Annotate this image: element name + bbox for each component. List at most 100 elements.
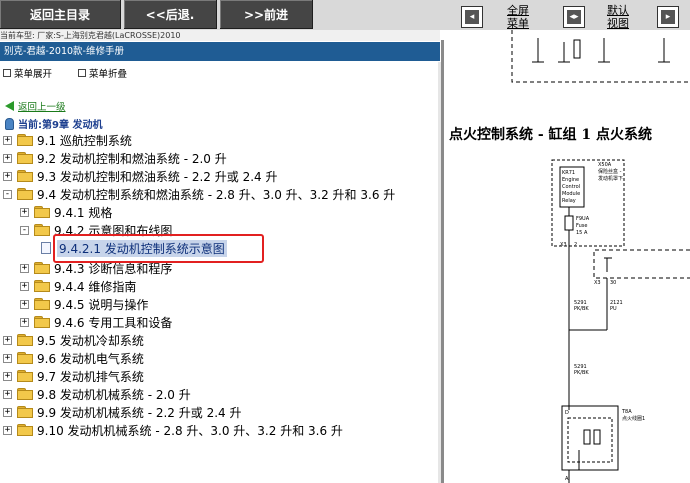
tree-item-label: 9.4 发动机控制系统和燃油系统 - 2.8 升、3.0 升、3.2 升和 3.… bbox=[37, 187, 396, 202]
manual-title-bar: 别克-君越-2010款-维修手册 bbox=[0, 42, 440, 61]
tree-item[interactable]: +9.5 发动机冷却系统 bbox=[3, 331, 144, 349]
back-link[interactable]: 返回上一级 bbox=[5, 99, 66, 113]
toolbar: 返回主目录 <<后退. >>前进 ◂ 全屏 菜单 ◂▸ 默认 视图 ▸ bbox=[0, 0, 690, 30]
expand-toggle-icon[interactable]: + bbox=[3, 407, 12, 417]
relay-note-2: 保险丝盒 - bbox=[598, 168, 622, 175]
tree-item-label: 9.4.4 维修指南 bbox=[54, 279, 137, 294]
relay-text-2: Engine bbox=[562, 177, 579, 183]
tree-item[interactable]: +9.7 发动机排气系统 bbox=[3, 367, 144, 385]
folder-icon bbox=[17, 406, 33, 418]
tree-item[interactable]: +9.3 发动机控制和燃油系统 - 2.2 升或 2.4 升 bbox=[3, 167, 277, 185]
fuse-text-3: 15 A bbox=[576, 230, 588, 236]
relay-text-3: Control bbox=[562, 184, 580, 190]
relay-note-1: X50A bbox=[598, 162, 612, 168]
tree-item[interactable]: - 9.4 发动机控制系统和燃油系统 - 2.8 升、3.0 升、3.2 升和 3… bbox=[3, 185, 395, 203]
menu-expand-icon bbox=[3, 69, 11, 77]
folder-icon bbox=[34, 206, 50, 218]
tree-item-label: 9.4.1 规格 bbox=[54, 205, 113, 220]
tree-item-label: 9.10 发动机机械系统 - 2.8 升、3.0 升、3.2 升和 3.6 升 bbox=[37, 423, 343, 438]
fullscreen-label-1: 全屏 bbox=[507, 4, 529, 17]
expand-toggle-icon[interactable]: + bbox=[3, 425, 12, 435]
current-chapter: 当前:第9章 发动机 bbox=[5, 116, 102, 131]
back-button[interactable]: <<后退. bbox=[124, 0, 217, 29]
folder-icon bbox=[17, 188, 33, 200]
back-link-label: 返回上一级 bbox=[18, 102, 66, 113]
forward-button[interactable]: >>前进 bbox=[220, 0, 313, 29]
tree-item[interactable]: +9.6 发动机电气系统 bbox=[3, 349, 144, 367]
expand-toggle-icon[interactable]: + bbox=[3, 353, 12, 363]
tree-item[interactable]: +9.1 巡航控制系统 bbox=[3, 131, 132, 149]
expand-toggle-icon[interactable]: + bbox=[3, 389, 12, 399]
coil-note-2: 点火线圈1 bbox=[622, 415, 645, 422]
fullscreen-label-2: 菜单 bbox=[507, 17, 529, 30]
expand-toggle-icon[interactable]: + bbox=[20, 281, 29, 291]
tree-item-label: 9.5 发动机冷却系统 bbox=[37, 333, 144, 348]
expand-toggle-icon[interactable]: + bbox=[3, 371, 12, 381]
expand-toggle-icon[interactable]: + bbox=[3, 171, 12, 181]
fullscreen-menu-link[interactable]: 全屏 菜单 bbox=[503, 4, 533, 30]
tree-item[interactable]: +9.9 发动机机械系统 - 2.2 升或 2.4 升 bbox=[3, 403, 241, 421]
expand-toggle-icon[interactable]: + bbox=[20, 317, 29, 327]
wire-c-color: PK/BK bbox=[574, 370, 589, 376]
coil-pin-a: A bbox=[565, 476, 569, 482]
tree-item[interactable]: +9.4.6 专用工具和设备 bbox=[20, 313, 172, 331]
tree-item[interactable]: +9.4.1 规格 bbox=[20, 203, 112, 221]
tree-item-label: 9.9 发动机机械系统 - 2.2 升或 2.4 升 bbox=[37, 405, 242, 420]
connector-x3-b: X3 bbox=[594, 280, 601, 286]
tree-item-label: 9.8 发动机机械系统 - 2.0 升 bbox=[37, 387, 191, 402]
relay-text-4: Module bbox=[562, 191, 580, 197]
connector-x3-a: X3 bbox=[560, 242, 567, 248]
fullscreen-menu-icon[interactable]: ◂ bbox=[461, 6, 483, 28]
menu-expand[interactable]: 菜单展开 bbox=[3, 66, 52, 80]
menu-collapse[interactable]: 菜单折叠 bbox=[78, 66, 127, 80]
back-arrow-icon bbox=[5, 101, 14, 111]
default-view-label-1: 默认 bbox=[607, 4, 629, 17]
default-view-icon[interactable]: ◂▸ bbox=[563, 6, 585, 28]
selection-highlight-box bbox=[53, 234, 264, 263]
wire-b-color: PU bbox=[610, 306, 617, 312]
expand-toggle-icon[interactable]: + bbox=[20, 207, 29, 217]
panel-icon[interactable]: ▸ bbox=[657, 6, 679, 28]
tree-item-label: 9.3 发动机控制和燃油系统 - 2.2 升或 2.4 升 bbox=[37, 169, 278, 184]
car-info: 当前车型: 厂家:S-上海别克君越(LaCROSSE)2010 bbox=[0, 30, 440, 41]
tree-item[interactable]: +9.4.5 说明与操作 bbox=[20, 295, 148, 313]
folder-icon bbox=[34, 280, 50, 292]
expand-toggle-icon[interactable]: + bbox=[20, 263, 29, 273]
collapse-toggle-icon[interactable]: - bbox=[20, 225, 29, 235]
default-view-link[interactable]: 默认 视图 bbox=[603, 4, 633, 30]
menu-collapse-icon bbox=[78, 69, 86, 77]
relay-text-5: Relay bbox=[562, 198, 576, 204]
expand-toggle-icon[interactable]: + bbox=[3, 135, 12, 145]
wiring-diagram: KR71 Engine Control Module Relay X50A 保险… bbox=[511, 30, 690, 483]
expand-toggle-icon[interactable]: + bbox=[3, 153, 12, 163]
default-view-label-2: 视图 bbox=[607, 17, 629, 30]
relay-text-1: KR71 bbox=[562, 170, 575, 176]
connector-pin-a: 2 bbox=[574, 242, 577, 248]
collapse-toggle-icon[interactable]: - bbox=[3, 189, 12, 199]
menu-expand-label: 菜单展开 bbox=[14, 69, 53, 80]
folder-icon bbox=[17, 134, 33, 146]
expand-toggle-icon[interactable]: + bbox=[3, 335, 12, 345]
menu-collapse-label: 菜单折叠 bbox=[89, 69, 128, 80]
home-button[interactable]: 返回主目录 bbox=[0, 0, 121, 29]
wire-a-color: PK/BK bbox=[574, 306, 589, 312]
current-chapter-label: 当前:第9章 发动机 bbox=[18, 120, 103, 131]
tree-item[interactable]: +9.10 发动机机械系统 - 2.8 升、3.0 升、3.2 升和 3.6 升 bbox=[3, 421, 343, 439]
fuse-text-2: Fuse bbox=[576, 223, 587, 229]
tree-item[interactable]: +9.4.4 维修指南 bbox=[20, 277, 136, 295]
tree-item[interactable]: +9.2 发动机控制和燃油系统 - 2.0 升 bbox=[3, 149, 227, 167]
tree-item-label: 9.7 发动机排气系统 bbox=[37, 369, 144, 384]
document-icon bbox=[41, 242, 51, 254]
folder-icon bbox=[34, 224, 50, 236]
tree-item-label: 9.1 巡航控制系统 bbox=[37, 133, 132, 148]
top-dashed-box bbox=[511, 30, 690, 83]
tree-item-label: 9.2 发动机控制和燃油系统 - 2.0 升 bbox=[37, 151, 227, 166]
tree-item-label: 9.4.5 说明与操作 bbox=[54, 297, 149, 312]
expand-toggle-icon[interactable]: + bbox=[20, 299, 29, 309]
right-dashed-box bbox=[569, 249, 690, 331]
folder-icon bbox=[17, 352, 33, 364]
relay-note-3: 发动机罩下 bbox=[598, 175, 623, 182]
folder-icon bbox=[17, 334, 33, 346]
coil-pin-d: D bbox=[565, 410, 569, 416]
tree-item[interactable]: +9.8 发动机机械系统 - 2.0 升 bbox=[3, 385, 191, 403]
